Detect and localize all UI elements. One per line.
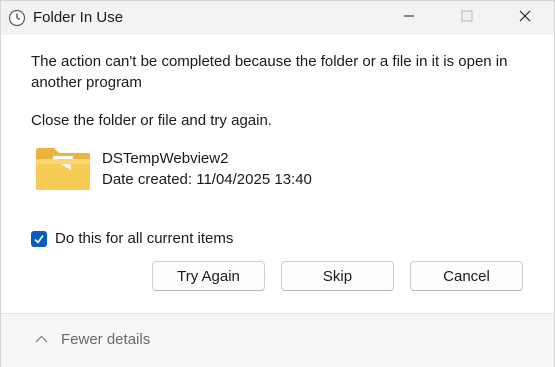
apply-to-all-label[interactable]: Do this for all current items: [55, 230, 233, 247]
clock-icon: [8, 9, 26, 27]
checkmark-icon: [34, 234, 44, 244]
file-date-created: Date created: 11/04/2025 13:40: [102, 171, 312, 188]
apply-to-all-checkbox[interactable]: [31, 230, 47, 247]
dialog-footer: Fewer details: [1, 313, 554, 367]
apply-to-all-option[interactable]: Do this for all current items: [31, 230, 233, 247]
maximize-icon: [461, 9, 473, 27]
chevron-up-icon: [35, 330, 48, 348]
error-message: The action can't be completed because th…: [31, 53, 508, 91]
close-icon: [519, 9, 531, 27]
instruction-text: Close the folder or file and try again.: [31, 112, 272, 129]
window-title: Folder In Use: [33, 9, 124, 26]
close-button[interactable]: [502, 1, 548, 35]
file-name: DSTempWebview2: [102, 150, 229, 167]
title-bar[interactable]: Folder In Use: [1, 1, 554, 35]
skip-button[interactable]: Skip: [281, 261, 394, 291]
folder-in-use-dialog: Folder In Use The action can't be comple…: [0, 0, 555, 367]
cancel-button[interactable]: Cancel: [410, 261, 523, 291]
folder-icon: [34, 144, 92, 192]
maximize-button: [444, 1, 490, 35]
try-again-button[interactable]: Try Again: [152, 261, 265, 291]
fewer-details-toggle[interactable]: Fewer details: [35, 330, 150, 348]
fewer-details-label[interactable]: Fewer details: [61, 331, 150, 348]
minimize-icon: [403, 9, 415, 27]
minimize-button[interactable]: [386, 1, 432, 35]
